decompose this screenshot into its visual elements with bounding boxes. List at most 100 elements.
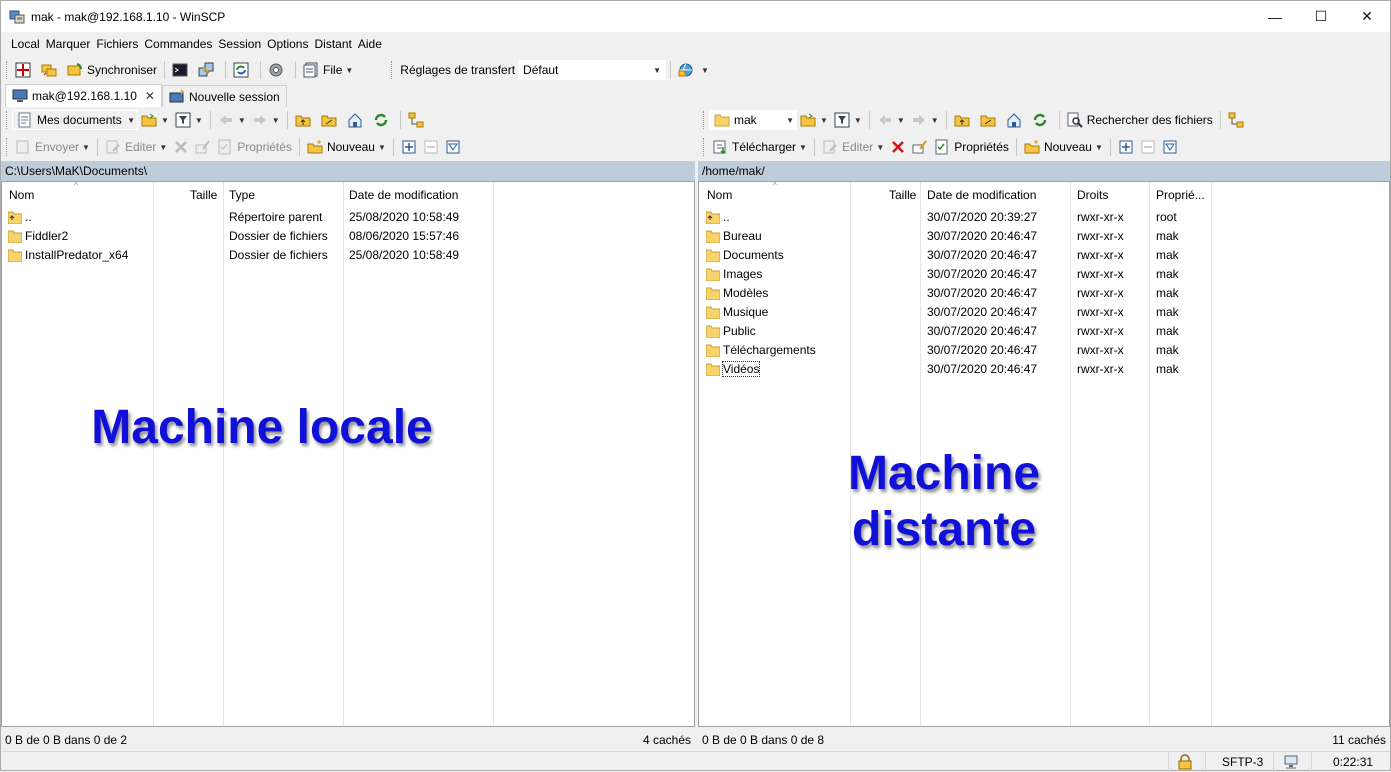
remote-select-all-button[interactable] [1115,136,1137,158]
table-row[interactable]: Vidéos 30/07/2020 20:46:47 rwxr-xr-x mak [699,360,1389,379]
remote-edit-button[interactable]: Editer ▼ [819,136,887,158]
remote-location-select[interactable]: mak ▼ [709,110,797,130]
file-date: 30/07/2020 20:46:47 [927,362,1038,376]
table-row[interactable]: Musique 30/07/2020 20:46:47 rwxr-xr-x ma… [699,303,1389,322]
local-filter-select-button[interactable] [442,136,464,158]
compare-dirs-button[interactable] [12,59,38,81]
col-header-date[interactable]: Date de modification [349,188,458,202]
refresh-session-button[interactable] [230,59,256,81]
computer-icon [12,89,28,102]
pane-splitter[interactable] [695,161,698,727]
col-header-name[interactable]: Nom [9,188,34,202]
table-row[interactable]: Bureau 30/07/2020 20:46:47 rwxr-xr-x mak [699,227,1389,246]
remote-find-target-button[interactable] [1225,109,1251,131]
table-row[interactable]: .. Répertoire parent 25/08/2020 10:58:49 [2,208,694,227]
table-row[interactable]: Téléchargements 30/07/2020 20:46:47 rwxr… [699,341,1389,360]
col-header-name[interactable]: Nom [707,188,732,202]
local-new-button[interactable]: Nouveau ▼ [304,136,389,158]
remote-unselect-button[interactable] [1137,136,1159,158]
local-open-folder-button[interactable]: ▼ [138,109,172,131]
table-row[interactable]: Public 30/07/2020 20:46:47 rwxr-xr-x mak [699,322,1389,341]
minimize-button[interactable]: — [1252,1,1298,32]
table-row[interactable]: Images 30/07/2020 20:46:47 rwxr-xr-x mak [699,265,1389,284]
local-refresh-button[interactable] [370,109,396,131]
table-row[interactable]: Fiddler2 Dossier de fichiers 08/06/2020 … [2,227,694,246]
menu-aide[interactable]: Aide [355,37,385,51]
remote-parent-dir-button[interactable] [951,109,977,131]
col-header-owner[interactable]: Proprié... [1156,188,1205,202]
menu-local[interactable]: Local [8,37,43,51]
col-header-rights[interactable]: Droits [1077,188,1108,202]
close-tab-icon[interactable]: ✕ [145,89,155,103]
menu-fichiers[interactable]: Fichiers [93,37,141,51]
transfer-presets-button[interactable]: ▼ [675,59,712,81]
close-window-button[interactable]: ✕ [1344,1,1390,32]
local-select-all-button[interactable] [398,136,420,158]
sync-browse-button[interactable] [38,59,64,81]
tab-session-mak[interactable]: mak@192.168.1.10 ✕ [5,84,162,107]
remote-download-button[interactable]: Télécharger ▼ [709,136,810,158]
local-unselect-button[interactable] [420,136,442,158]
local-hidden-count[interactable]: 4 cachés [643,733,691,747]
remote-root-dir-button[interactable] [977,109,1003,131]
tab-new-session[interactable]: Nouvelle session [161,85,287,107]
menu-session[interactable]: Session [215,37,264,51]
remote-hidden-count[interactable]: 11 cachés [1332,733,1386,747]
remote-search-button[interactable]: Rechercher des fichiers [1064,109,1216,131]
local-edit-button[interactable]: Editer ▼ [102,136,170,158]
menu-marquer[interactable]: Marquer [43,37,94,51]
remote-rename-button[interactable] [909,136,931,158]
remote-properties-button[interactable]: Propriétés [931,136,1012,158]
col-header-date[interactable]: Date de modification [927,188,1036,202]
col-header-size[interactable]: Taille [190,188,217,202]
remote-refresh-button[interactable] [1029,109,1055,131]
remote-filter-select-button[interactable] [1159,136,1181,158]
console-button[interactable] [169,59,195,81]
local-action-toolbar: Envoyer ▼ Editer ▼ Propriétés Nouveau ▼ [1,134,695,160]
remote-forward-button[interactable]: ▼ [908,109,942,131]
local-delete-button[interactable] [170,136,192,158]
file-date: 30/07/2020 20:46:47 [927,229,1038,243]
local-location-select[interactable]: Mes documents ▼ [12,110,138,130]
remote-filter-button[interactable]: ▼ [831,109,865,131]
remote-path-bar[interactable]: /home/mak/ [698,161,1390,181]
local-home-button[interactable] [344,109,370,131]
col-header-size[interactable]: Taille [889,188,916,202]
remote-open-folder-button[interactable]: ▼ [797,109,831,131]
local-rename-button[interactable] [192,136,214,158]
transfer-settings-select[interactable]: Défaut ▼ [518,60,667,80]
local-path-bar[interactable]: C:\Users\MaK\Documents\ [1,161,695,181]
local-properties-button[interactable]: Propriétés [214,136,295,158]
menu-distant[interactable]: Distant [311,37,354,51]
table-row[interactable]: Modèles 30/07/2020 20:46:47 rwxr-xr-x ma… [699,284,1389,303]
table-row[interactable]: InstallPredator_x64 Dossier de fichiers … [2,246,694,265]
local-root-dir-button[interactable] [318,109,344,131]
queue-file-button[interactable]: File ▼ [300,59,356,81]
putty-button[interactable] [195,59,221,81]
chevron-down-icon: ▼ [271,115,280,125]
remote-new-button[interactable]: Nouveau ▼ [1021,136,1106,158]
remote-home-button[interactable] [1003,109,1029,131]
file-rights: rwxr-xr-x [1077,343,1124,357]
local-back-button[interactable]: ▼ [215,109,249,131]
remote-file-list[interactable]: ^ Nom Taille Date de modification Droits… [698,181,1390,727]
local-file-list[interactable]: ^ Nom Taille Type Date de modification .… [1,181,695,727]
synchronize-button[interactable]: Synchroniser [64,59,160,81]
menu-options[interactable]: Options [264,37,311,51]
menu-commandes[interactable]: Commandes [141,37,215,51]
table-row[interactable]: Documents 30/07/2020 20:46:47 rwxr-xr-x … [699,246,1389,265]
remote-delete-button[interactable] [887,136,909,158]
local-forward-button[interactable]: ▼ [249,109,283,131]
remote-back-button[interactable]: ▼ [874,109,908,131]
chevron-down-icon: ▼ [820,115,828,125]
local-send-button[interactable]: Envoyer ▼ [12,136,93,158]
local-parent-dir-button[interactable] [292,109,318,131]
preferences-button[interactable] [265,59,291,81]
file-name: Vidéos [721,361,761,377]
globe-transfer-icon [678,63,693,77]
table-row[interactable]: .. 30/07/2020 20:39:27 rwxr-xr-x root [699,208,1389,227]
local-find-target-button[interactable] [405,109,431,131]
maximize-button[interactable]: ☐ [1298,1,1344,32]
col-header-type[interactable]: Type [229,188,255,202]
local-filter-button[interactable]: ▼ [172,109,206,131]
